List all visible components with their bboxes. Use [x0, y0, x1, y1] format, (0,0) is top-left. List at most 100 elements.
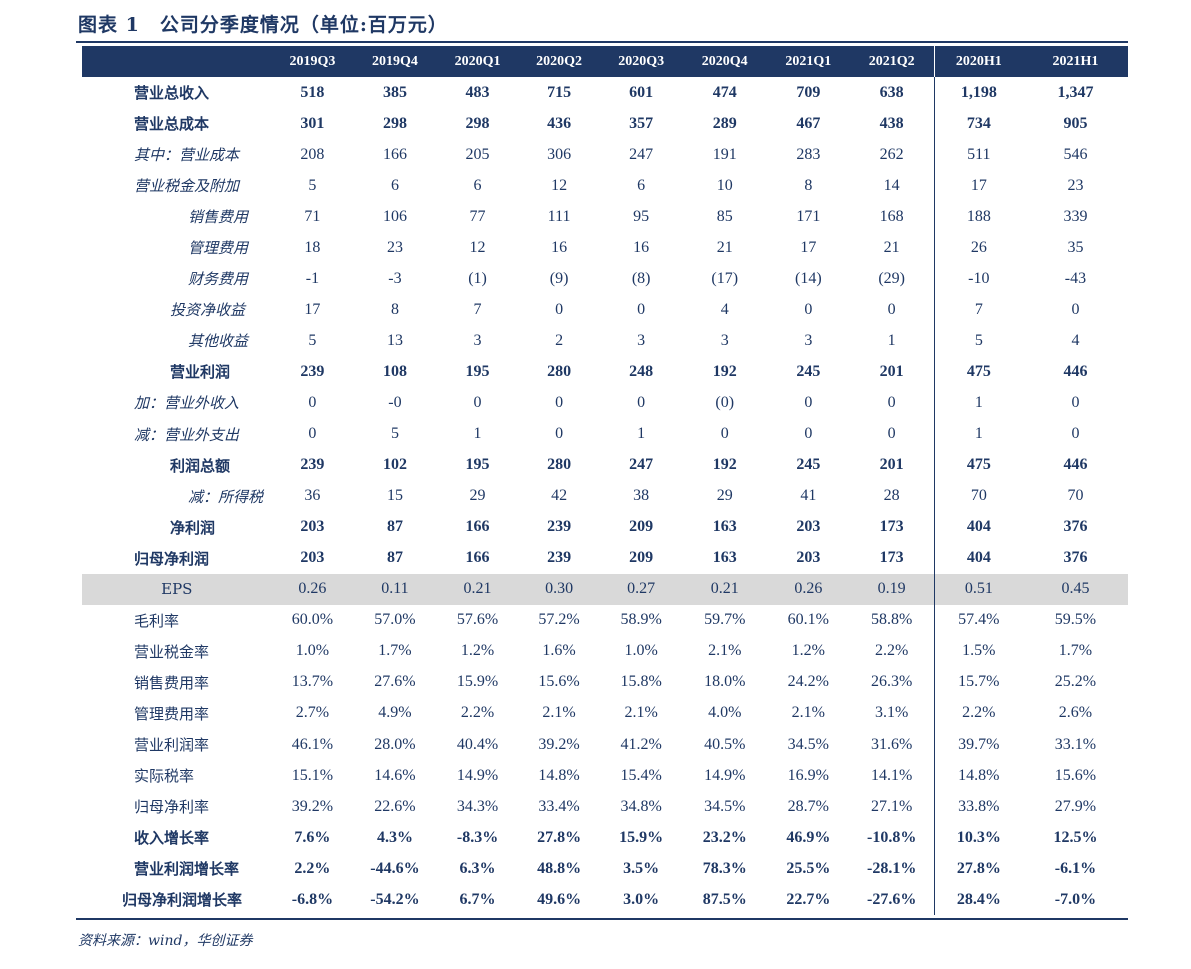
table-cell: 209 [629, 518, 654, 536]
table-cell: 247 [629, 456, 654, 474]
table-cell: 14.8% [933, 760, 1023, 792]
table-cell: 404 [933, 542, 1023, 574]
table-cell: 518 [300, 83, 325, 101]
table-cell: 5 [308, 331, 317, 349]
table-cell: 0.45 [1022, 573, 1128, 605]
table-cell: 1,347 [1057, 83, 1094, 101]
table-cell: 70 [933, 480, 1023, 512]
table-cell: 28 [883, 487, 900, 505]
table-cell: 0.19 [849, 573, 935, 605]
table-cell: 23.2% [702, 828, 747, 846]
table-row: 减：所得税 36 15 29 42 38 29 41 28 70 70 [82, 480, 1128, 512]
header-blank [82, 46, 272, 77]
table-cell: 546 [1063, 145, 1088, 163]
table-cell: (9) [549, 269, 569, 287]
table-cell: 376 [1063, 518, 1088, 536]
table-cell: 1.7% [1058, 642, 1093, 660]
table-row: 营业税金及附加 5 6 6 12 6 10 8 14 17 23 [82, 170, 1128, 202]
table-cell: 6.3% [459, 859, 496, 877]
table-cell: 166 [465, 549, 490, 567]
table-cell: 106 [382, 207, 407, 225]
table-cell: 58.9% [620, 611, 662, 629]
table-cell: 41.2% [620, 735, 662, 753]
table-cell: 29 [469, 487, 486, 505]
table-cell: -10.8% [867, 828, 917, 846]
table-cell: 166 [382, 145, 407, 163]
row-label: 利润总额 [170, 456, 231, 475]
table-cell: (1) [468, 269, 487, 287]
table-cell: 2.6% [1058, 704, 1093, 722]
table-cell: -6.8% [291, 890, 334, 908]
table-cell: 21 [883, 238, 900, 256]
table-cell: 5 [390, 425, 399, 443]
table-cell: 262 [879, 145, 904, 163]
table-cell: 205 [465, 145, 490, 163]
table-cell: 17 [304, 300, 321, 318]
table-cell: 6 [637, 176, 646, 194]
table-cell: 280 [547, 362, 572, 380]
table-cell: 78.3% [702, 859, 747, 877]
table-cell: 14 [883, 176, 900, 194]
table-cell: 3 [473, 331, 482, 349]
table-cell: 4.3% [376, 828, 413, 846]
table-cell: 33.8% [933, 791, 1023, 823]
table-cell: 31.6% [871, 735, 913, 753]
column-header-2019q4: 2019Q4 [353, 46, 437, 77]
row-label: 营业利润 [170, 363, 231, 382]
table-cell: 26 [933, 232, 1023, 264]
table-cell: 15.8% [620, 673, 662, 691]
table-cell: 239 [547, 549, 572, 567]
table-cell: 1.0% [624, 642, 658, 660]
table-cell: 188 [933, 201, 1023, 233]
table-cell: 171 [796, 207, 821, 225]
table-cell: 21 [716, 238, 733, 256]
row-label: 营业税金率 [134, 642, 210, 661]
table-cell: 18 [304, 238, 321, 256]
table-cell: 239 [547, 518, 572, 536]
table-cell: 15.9% [456, 673, 499, 691]
table-cell: 39.7% [933, 728, 1023, 761]
table-cell: 709 [796, 83, 821, 101]
row-label: 归母净利润 [134, 549, 210, 568]
table-row: 净利润 203 87 166 239 209 163 203 173 404 376 [82, 511, 1128, 543]
table-row: 投资净收益 17 8 7 0 0 4 0 0 7 0 [82, 294, 1128, 326]
table-cell: 1.6% [542, 642, 576, 660]
table-cell: 12.5% [1053, 828, 1098, 846]
table-cell: 1.2% [460, 642, 495, 660]
row-label: 归母净利润增长率 [122, 891, 243, 910]
table-cell: 0.30 [518, 573, 600, 605]
column-header-2021q1: 2021Q1 [767, 46, 850, 77]
table-cell: 0 [308, 425, 317, 443]
table-cell: 6 [473, 176, 482, 194]
table-cell: 23 [386, 238, 403, 256]
table-cell: 1.2% [791, 642, 825, 660]
table-cell: 108 [382, 362, 407, 380]
table-cell: 34.5% [704, 797, 746, 815]
table-cell: 48.8% [537, 859, 582, 877]
row-label: 营业总成本 [134, 115, 210, 134]
table-cell: 192 [712, 362, 737, 380]
table-cell: 4 [1071, 331, 1080, 349]
table-cell: 27.8% [537, 828, 582, 846]
row-label: 销售费用率 [134, 673, 210, 692]
table-cell: (0) [715, 393, 735, 411]
table-cell: 34.5% [787, 735, 829, 753]
table-cell: 306 [547, 145, 572, 163]
table-cell: 385 [382, 83, 407, 101]
table-cell: 15.4% [620, 766, 662, 784]
table-cell: 3.1% [875, 704, 909, 722]
table-cell: 40.5% [704, 735, 746, 753]
table-cell: -54.2% [370, 890, 420, 908]
row-label: 营业税金及附加 [134, 177, 240, 196]
table-row: 其他收益 5 13 3 2 3 3 3 1 5 4 [82, 325, 1128, 357]
table-cell: 301 [300, 114, 325, 132]
table-cell: 638 [879, 83, 904, 101]
table-cell: 15.7% [933, 666, 1023, 698]
row-label: 归母净利率 [134, 798, 210, 817]
table-cell: 0 [1071, 300, 1080, 318]
table-cell: 2.1% [542, 704, 576, 722]
table-cell: 0 [555, 393, 564, 411]
table-row: 营业总收入 518 385 483 715 601 474 709 638 1,198 1,347 [82, 77, 1128, 109]
table-cell: 208 [300, 145, 325, 163]
table-cell: 163 [712, 518, 737, 536]
